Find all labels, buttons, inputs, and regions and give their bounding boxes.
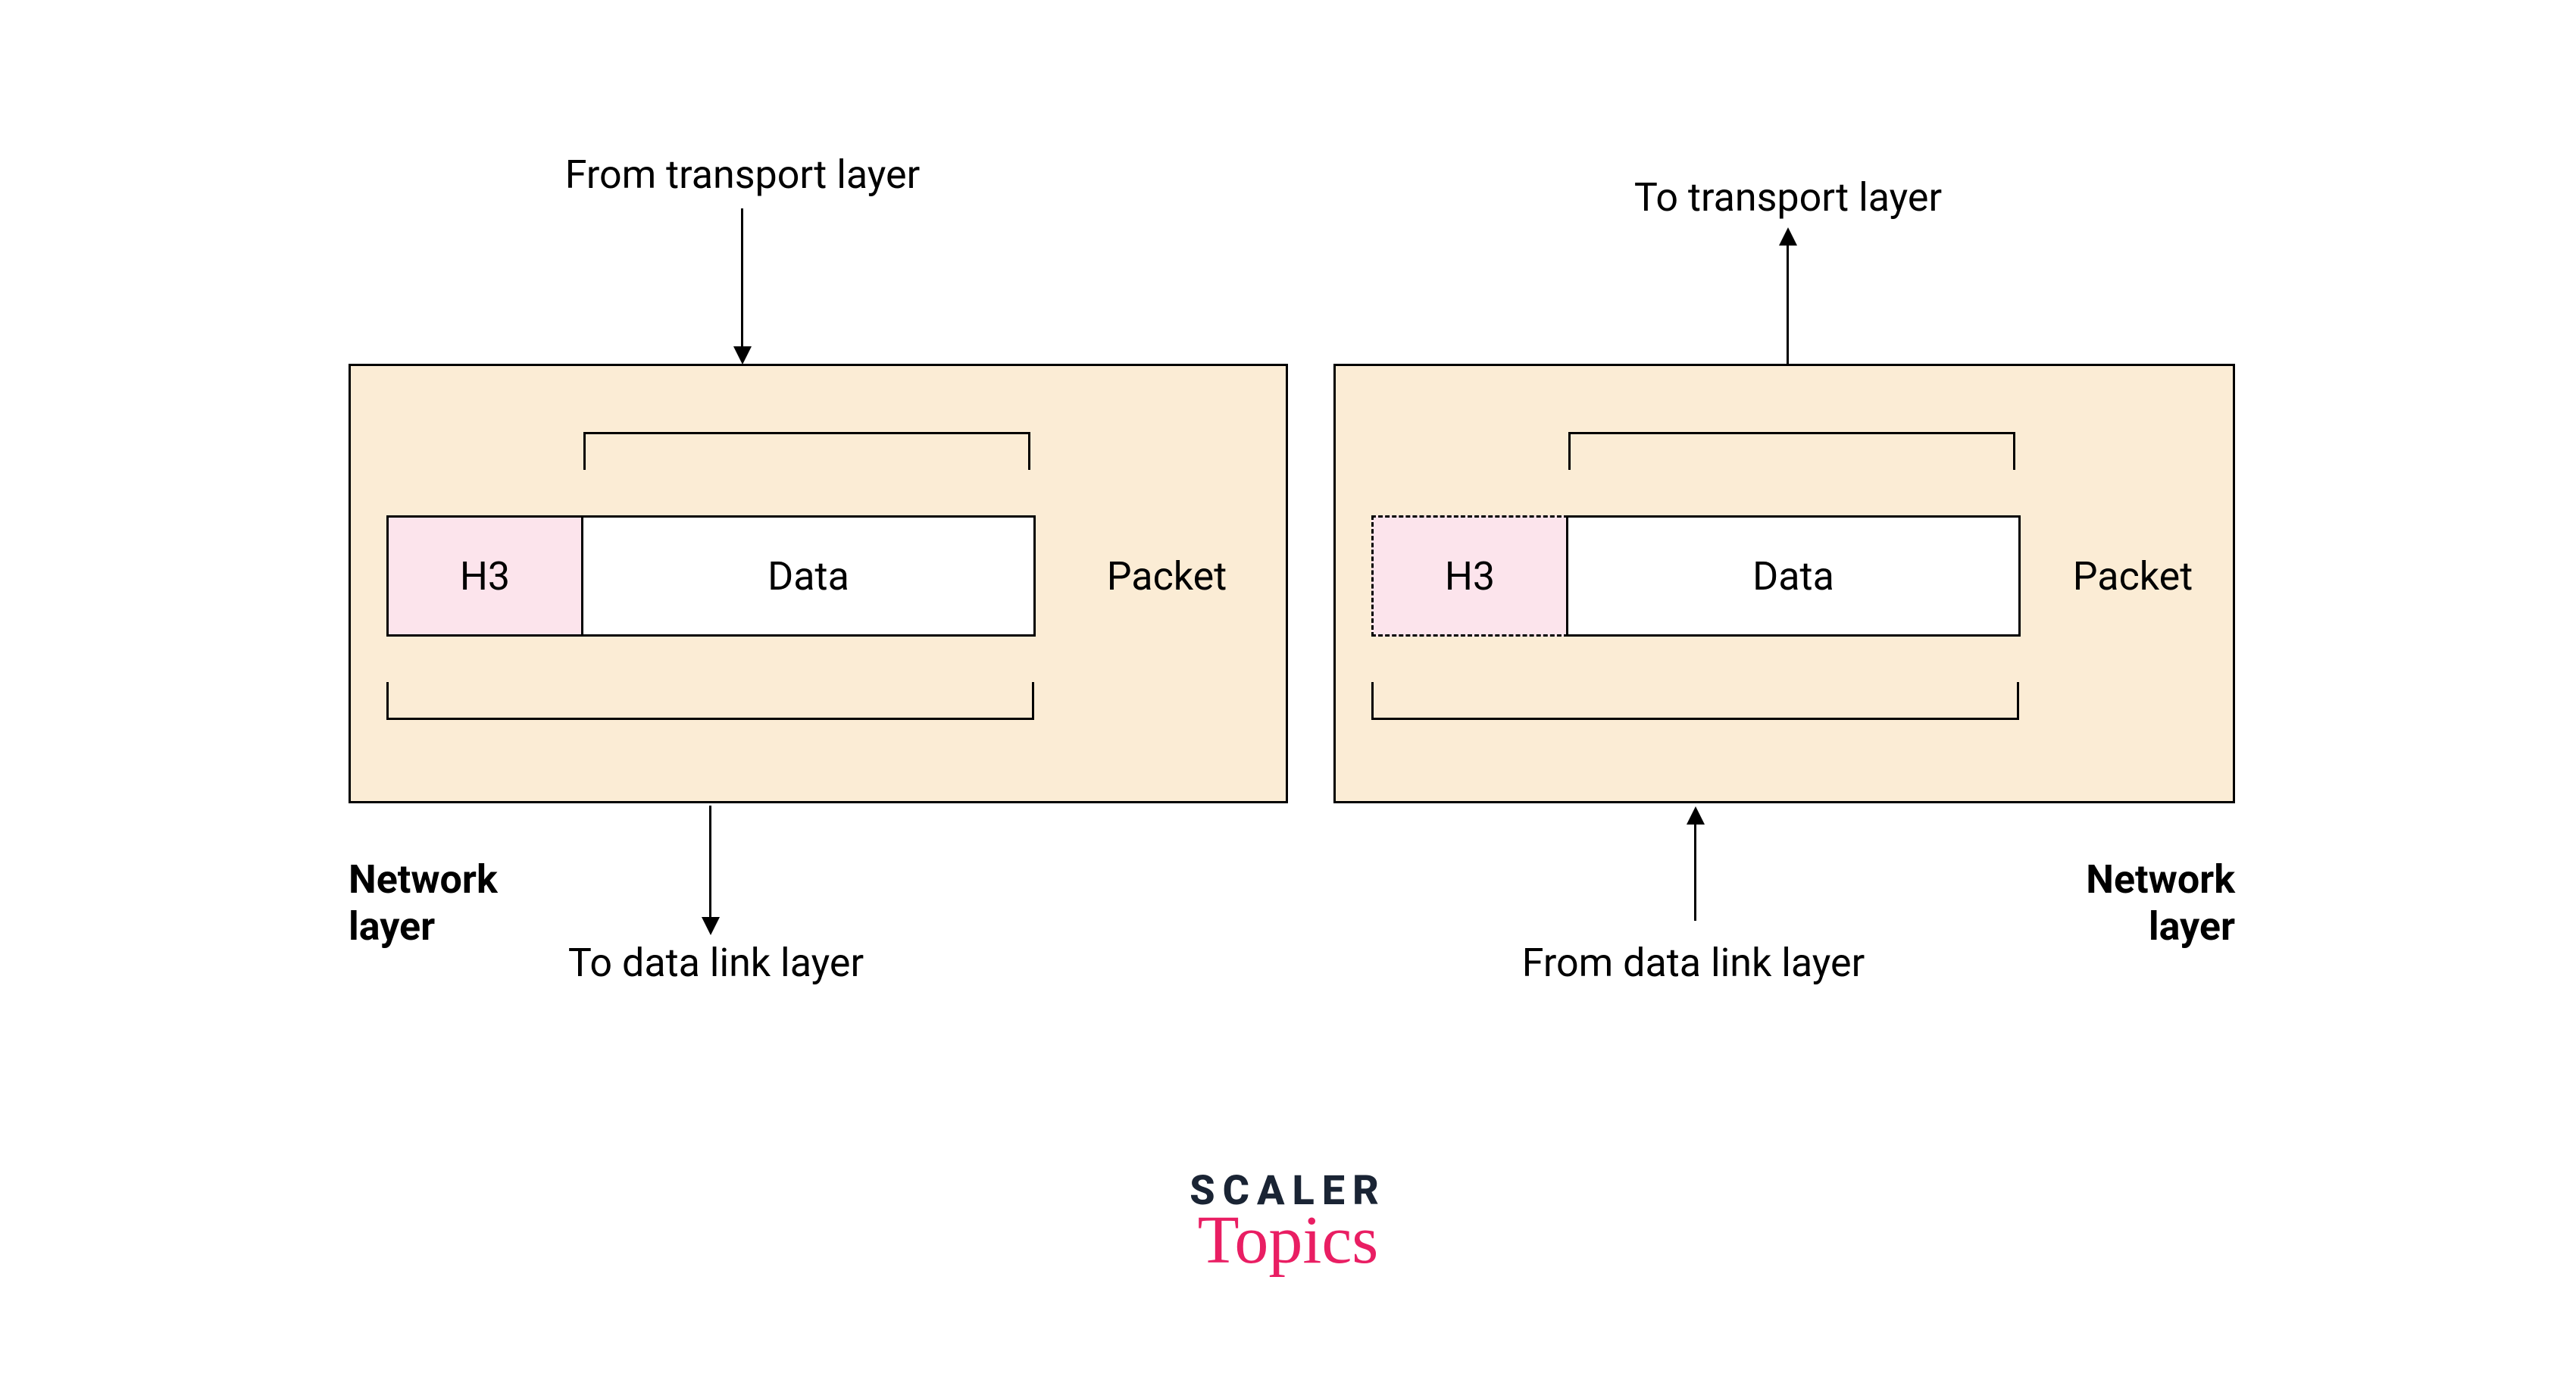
right-bottom-label: From data link layer	[1485, 940, 1902, 987]
logo-topics: Topics	[0, 1201, 2576, 1279]
right-bottom-bracket	[1371, 682, 2019, 720]
right-top-label: To transport layer	[1591, 174, 1985, 221]
left-layer-label: Network layer	[349, 856, 523, 951]
left-bottom-label: To data link layer	[546, 940, 886, 987]
diagram-canvas: From transport layer H3 Data Packet Netw…	[0, 0, 2576, 1377]
left-data-text: Data	[767, 553, 849, 599]
left-top-label: From transport layer	[530, 152, 955, 199]
left-bottom-bracket	[386, 682, 1034, 720]
left-header-text: H3	[460, 553, 510, 599]
right-top-arrow-line	[1787, 244, 1789, 365]
right-top-arrow-head	[1779, 227, 1797, 246]
left-packet-label: Packet	[1061, 553, 1273, 600]
left-top-arrow-line	[741, 208, 743, 349]
right-header-box: H3	[1371, 515, 1568, 637]
right-bottom-arrow-head	[1687, 806, 1705, 825]
right-packet-label: Packet	[2046, 553, 2220, 600]
right-header-text: H3	[1445, 553, 1495, 599]
left-header-box: H3	[386, 515, 583, 637]
right-data-text: Data	[1752, 553, 1834, 599]
right-top-bracket	[1568, 432, 2015, 470]
right-layer-label: Network layer	[2061, 856, 2235, 951]
left-top-bracket	[583, 432, 1030, 470]
left-top-arrow-head	[733, 346, 752, 365]
logo: SCALER Topics	[0, 1167, 2576, 1279]
left-bottom-arrow-head	[702, 917, 720, 935]
right-bottom-arrow-line	[1694, 822, 1696, 921]
right-data-box: Data	[1566, 515, 2021, 637]
left-bottom-arrow-line	[709, 806, 711, 919]
left-data-box: Data	[581, 515, 1036, 637]
